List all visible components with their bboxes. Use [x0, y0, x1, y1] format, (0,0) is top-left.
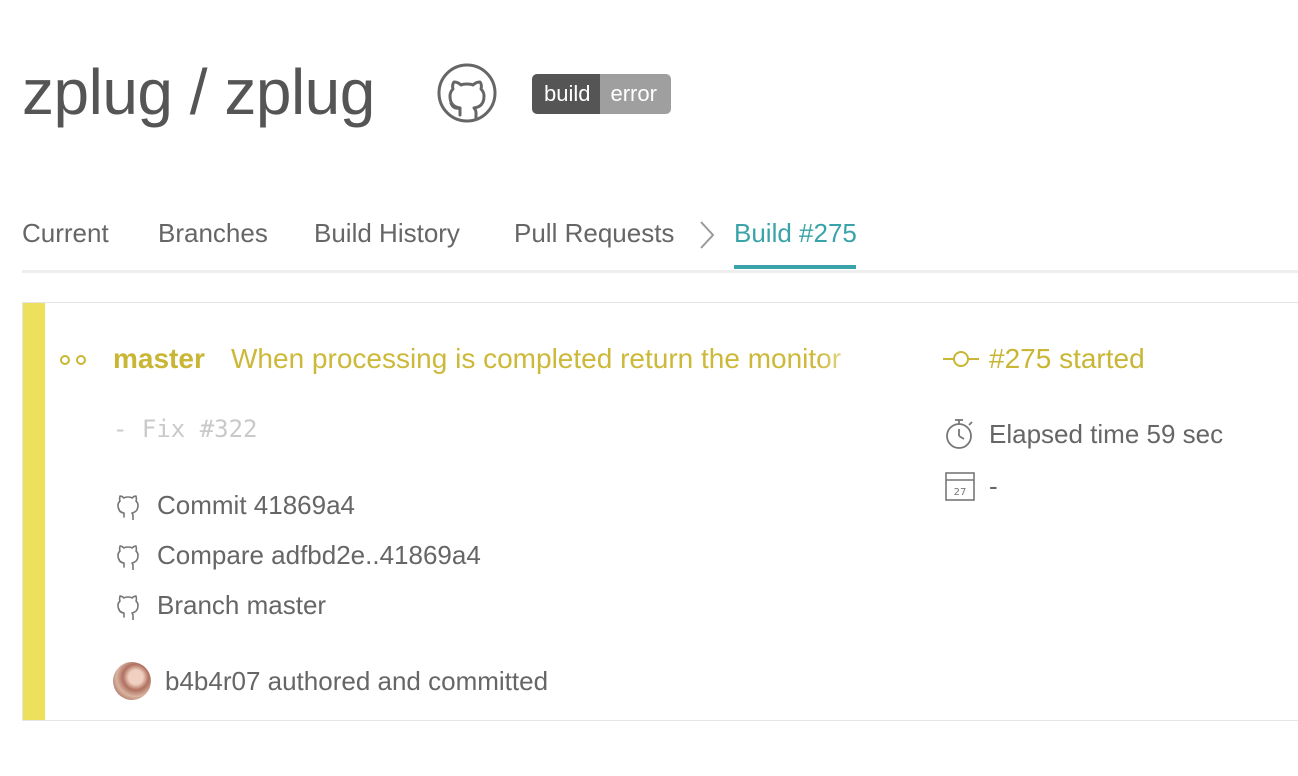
- build-number-status[interactable]: #275 started: [943, 339, 1145, 379]
- tab-branches[interactable]: Branches: [158, 216, 268, 250]
- calendar-icon: 27: [945, 472, 975, 501]
- badge-status: error: [600, 74, 671, 114]
- commit-link[interactable]: Commit 41869a4: [113, 487, 355, 523]
- repo-name-link[interactable]: zplug: [224, 56, 375, 128]
- calendar-day: 27: [954, 487, 967, 498]
- tab-pull-requests[interactable]: Pull Requests: [514, 216, 674, 250]
- github-icon: [117, 495, 139, 520]
- author-text: b4b4r07 authored and committed: [165, 665, 549, 696]
- avatar: [113, 662, 151, 700]
- elapsed-time-text: Elapsed time 59 sec: [989, 418, 1224, 449]
- tab-current[interactable]: Current: [22, 216, 109, 250]
- build-state-stripe: [23, 303, 45, 720]
- commit-node-icon: [943, 351, 979, 367]
- tab-build-275[interactable]: Build #275: [734, 216, 857, 250]
- repo-separator: /: [189, 56, 208, 128]
- chevron-right-icon: [700, 221, 715, 249]
- repo-title: zplug / zplug: [22, 52, 375, 132]
- commit-author: b4b4r07 authored and committed: [113, 661, 548, 701]
- build-summary-card: master When processing is completed retu…: [22, 302, 1298, 721]
- branch-name[interactable]: master: [113, 339, 205, 379]
- commit-message: When processing is completed return the …: [231, 339, 877, 379]
- badge-label: build: [532, 74, 601, 114]
- branch-link-text: Branch master: [157, 590, 327, 620]
- compare-link[interactable]: Compare adfbd2e..41869a4: [113, 537, 481, 573]
- commit-body: - Fix #322: [113, 415, 258, 443]
- elapsed-time: Elapsed time 59 sec: [943, 417, 1223, 451]
- repo-owner-link[interactable]: zplug: [22, 56, 173, 128]
- github-icon: [117, 545, 139, 570]
- github-icon: [117, 595, 139, 620]
- stopwatch-icon: [946, 419, 973, 449]
- build-number-text: #275 started: [989, 343, 1145, 374]
- build-tabs: Current Branches Build History Pull Requ…: [22, 206, 1298, 273]
- commit-link-text: Commit 41869a4: [157, 490, 355, 520]
- github-icon[interactable]: [436, 62, 498, 124]
- finished-date-text: -: [989, 470, 998, 501]
- finished-date: 27 -: [943, 469, 998, 503]
- build-status-badge[interactable]: build error: [532, 74, 671, 114]
- active-tab-indicator: [734, 265, 856, 269]
- branch-link[interactable]: Branch master: [113, 587, 326, 623]
- two-dots-icon: [60, 355, 86, 365]
- tab-build-history[interactable]: Build History: [314, 216, 460, 250]
- compare-link-text: Compare adfbd2e..41869a4: [157, 540, 481, 570]
